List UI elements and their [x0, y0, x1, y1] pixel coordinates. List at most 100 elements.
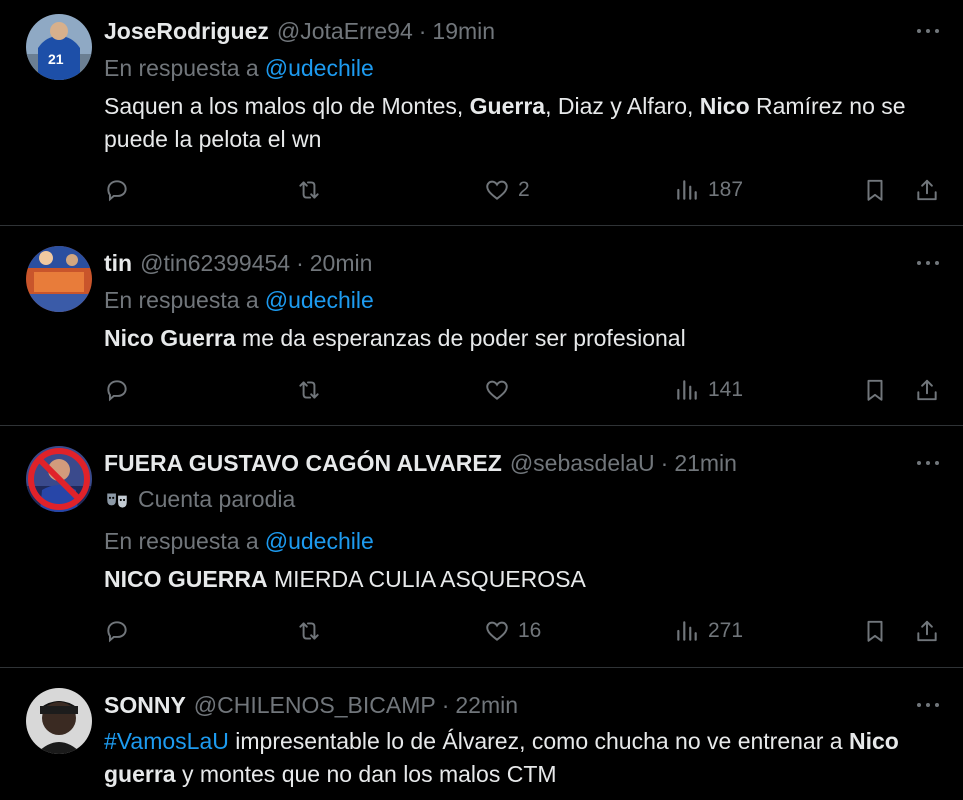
- like-button[interactable]: [484, 375, 510, 405]
- tweet[interactable]: FUERA GUSTAVO CAGÓN ALVAREZ @sebasdelaU …: [0, 426, 963, 668]
- reply-icon: [107, 621, 127, 643]
- display-name[interactable]: FUERA GUSTAVO CAGÓN ALVAREZ: [104, 450, 502, 477]
- separator-dot: ·: [296, 249, 304, 276]
- display-name[interactable]: JoseRodriguez: [104, 18, 269, 45]
- tweet-text: #VamosLaU impresentable lo de Álvarez, c…: [104, 725, 943, 791]
- views-button[interactable]: 187: [674, 175, 743, 205]
- share-button[interactable]: [914, 175, 940, 205]
- views-button[interactable]: 271: [674, 616, 743, 646]
- retweet-icon: [299, 181, 319, 199]
- like-button[interactable]: 16: [484, 616, 541, 646]
- user-handle[interactable]: @JotaErre94: [277, 18, 413, 45]
- like-icon: [486, 180, 508, 200]
- mention-link[interactable]: @udechile: [265, 55, 374, 81]
- separator-dot: ·: [660, 449, 669, 476]
- share-icon: [917, 379, 937, 401]
- text-segment-bold: Nico: [699, 93, 750, 119]
- separator-dot: ·: [418, 17, 427, 44]
- tweet-header: tin @tin62399454 · 20min: [104, 248, 372, 278]
- retweet-button[interactable]: [296, 375, 322, 405]
- reply-context: En respuesta a @udechile: [104, 287, 374, 314]
- timestamp[interactable]: 20min: [310, 250, 373, 277]
- timestamp[interactable]: 22min: [455, 692, 518, 719]
- more-icon[interactable]: [913, 254, 943, 272]
- views-icon: [677, 621, 697, 641]
- avatar[interactable]: [26, 446, 92, 512]
- user-handle[interactable]: @CHILENOS_BICAMP: [194, 692, 436, 719]
- reply-button[interactable]: [104, 375, 130, 405]
- views-count: 187: [708, 178, 744, 201]
- tweet[interactable]: SONNY @CHILENOS_BICAMP · 22min #VamosLaU…: [0, 668, 963, 800]
- avatar[interactable]: [26, 246, 92, 312]
- separator-dot: ·: [441, 691, 450, 718]
- reply-icon: [107, 380, 127, 402]
- avatar[interactable]: 21: [26, 14, 92, 80]
- parody-label: Cuenta parodia: [104, 486, 295, 513]
- user-handle[interactable]: @sebasdelaU: [510, 450, 655, 477]
- reply-button[interactable]: [104, 616, 130, 646]
- share-icon: [917, 179, 937, 201]
- like-icon: [486, 380, 508, 400]
- mention-link[interactable]: @udechile: [265, 528, 374, 554]
- reply-prefix: En respuesta a: [104, 528, 259, 554]
- avatar[interactable]: [26, 688, 92, 754]
- tweet-text: Saquen a los malos qlo de Montes, Guerra…: [104, 90, 943, 156]
- text-segment: impresentable lo de Álvarez, como chucha…: [228, 728, 849, 754]
- tweet[interactable]: tin @tin62399454 · 20min En respuesta a @…: [0, 226, 963, 426]
- parody-mask-icon: [107, 493, 127, 508]
- timestamp[interactable]: 21min: [674, 450, 737, 477]
- tweet[interactable]: 21 JoseRodriguez @JotaErre94 · 19min En …: [0, 0, 963, 226]
- bookmark-icon: [867, 379, 883, 401]
- tweet-text: Nico Guerra me da esperanzas de poder se…: [104, 322, 943, 355]
- reply-prefix: En respuesta a: [104, 287, 259, 313]
- more-icon[interactable]: [913, 696, 943, 714]
- tweet-feed: 21 JoseRodriguez @JotaErre94 · 19min En …: [0, 0, 963, 800]
- reply-context: En respuesta a @udechile: [104, 528, 374, 555]
- reply-prefix: En respuesta a: [104, 55, 259, 81]
- svg-text:21: 21: [48, 51, 64, 67]
- text-segment-bold: Nico Guerra: [104, 325, 236, 351]
- share-button[interactable]: [914, 375, 940, 405]
- tweet-header: SONNY @CHILENOS_BICAMP · 22min: [104, 690, 518, 720]
- reply-icon: [107, 180, 127, 202]
- more-icon[interactable]: [913, 454, 943, 472]
- share-icon: [917, 620, 937, 642]
- text-segment-bold: Guerra: [469, 93, 546, 119]
- mention-link[interactable]: @udechile: [265, 287, 374, 313]
- display-name[interactable]: SONNY: [104, 692, 186, 719]
- tweet-actions: 141: [104, 375, 943, 405]
- views-button[interactable]: 141: [674, 375, 743, 405]
- bookmark-icon: [867, 620, 883, 642]
- retweet-button[interactable]: [296, 175, 322, 205]
- parody-text: Cuenta parodia: [138, 486, 296, 512]
- bookmark-button[interactable]: [862, 175, 888, 205]
- views-icon: [677, 380, 697, 400]
- like-count: 2: [518, 178, 530, 201]
- like-button[interactable]: 2: [484, 175, 530, 205]
- views-icon: [677, 180, 697, 200]
- reply-button[interactable]: [104, 175, 130, 205]
- timestamp[interactable]: 19min: [432, 18, 495, 45]
- reply-context: En respuesta a @udechile: [104, 55, 374, 82]
- hashtag-link[interactable]: #VamosLaU: [104, 728, 229, 754]
- like-icon: [486, 621, 508, 641]
- tweet-actions: 2 187: [104, 175, 943, 205]
- display-name[interactable]: tin: [104, 250, 132, 277]
- text-segment: me da esperanzas de poder ser profesiona…: [235, 325, 686, 351]
- share-button[interactable]: [914, 616, 940, 646]
- text-segment: y montes que no dan los malos CTM: [175, 761, 557, 787]
- views-count: 141: [708, 378, 744, 401]
- text-segment: , Diaz y Alfaro,: [545, 93, 700, 119]
- tweet-text: NICO GUERRA MIERDA CULIA ASQUEROSA: [104, 563, 943, 596]
- text-segment: MIERDA CULIA ASQUEROSA: [267, 566, 586, 592]
- tweet-actions: 16 271: [104, 616, 943, 646]
- user-handle[interactable]: @tin62399454: [140, 250, 290, 277]
- tweet-header: FUERA GUSTAVO CAGÓN ALVAREZ @sebasdelaU …: [104, 448, 737, 478]
- retweet-button[interactable]: [296, 616, 322, 646]
- text-segment-bold: NICO GUERRA: [104, 566, 268, 592]
- like-count: 16: [518, 619, 542, 642]
- bookmark-button[interactable]: [862, 375, 888, 405]
- bookmark-button[interactable]: [862, 616, 888, 646]
- bookmark-icon: [867, 179, 883, 201]
- more-icon[interactable]: [913, 22, 943, 40]
